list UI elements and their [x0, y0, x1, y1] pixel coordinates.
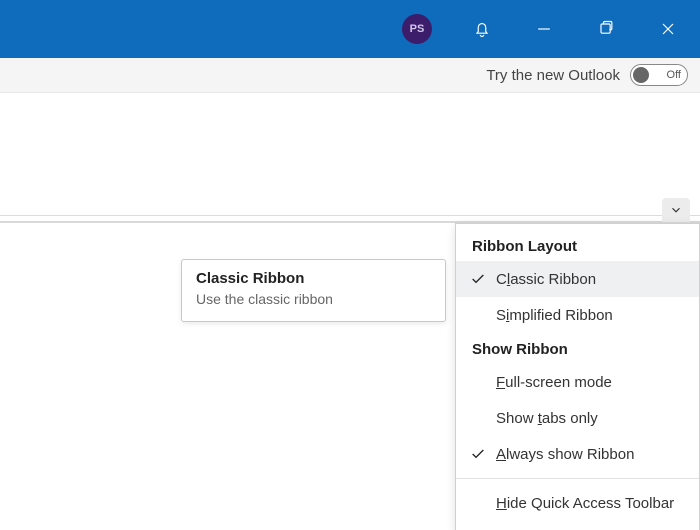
maximize-button[interactable] — [584, 7, 628, 51]
menu-heading-layout: Ribbon Layout — [456, 230, 699, 261]
ribbon-options-menu: Ribbon Layout Classic Ribbon Simplified … — [455, 223, 700, 530]
menu-item-label: Simplified Ribbon — [496, 307, 613, 324]
ribbon-divider — [0, 215, 700, 216]
close-button[interactable] — [646, 7, 690, 51]
menu-item-classic-ribbon[interactable]: Classic Ribbon — [456, 261, 699, 297]
avatar[interactable]: PS — [402, 14, 432, 44]
menu-item-always-show[interactable]: Always show Ribbon — [456, 436, 699, 472]
ribbon-options-button[interactable] — [662, 198, 690, 222]
menu-item-label: Classic Ribbon — [496, 271, 596, 288]
tooltip-desc: Use the classic ribbon — [196, 291, 431, 307]
menu-item-simplified-ribbon[interactable]: Simplified Ribbon — [456, 297, 699, 333]
tooltip: Classic Ribbon Use the classic ribbon — [181, 259, 446, 322]
menu-item-label: Always show Ribbon — [496, 446, 634, 463]
try-outlook-toggle[interactable]: Off — [630, 64, 688, 86]
tooltip-title: Classic Ribbon — [196, 270, 431, 287]
menu-item-hide-qat[interactable]: Hide Quick Access Toolbar — [456, 485, 699, 521]
content-area: Classic Ribbon Use the classic ribbon Ri… — [0, 223, 700, 530]
try-outlook-label: Try the new Outlook — [486, 67, 620, 84]
menu-heading-show: Show Ribbon — [456, 333, 699, 364]
minimize-button[interactable] — [522, 7, 566, 51]
menu-divider — [456, 478, 699, 479]
menu-item-fullscreen[interactable]: Full-screen mode — [456, 364, 699, 400]
title-bar: PS — [0, 0, 700, 58]
check-icon — [470, 271, 486, 287]
try-outlook-strip: Try the new Outlook Off — [0, 58, 700, 93]
toggle-state-label: Off — [667, 69, 681, 81]
menu-item-label: Hide Quick Access Toolbar — [496, 495, 674, 512]
notification-bell-icon[interactable] — [460, 7, 504, 51]
ribbon-area — [0, 93, 700, 223]
toggle-knob — [633, 67, 649, 83]
chevron-down-icon — [669, 203, 683, 217]
check-icon — [470, 446, 486, 462]
menu-item-tabs-only[interactable]: Show tabs only — [456, 400, 699, 436]
menu-item-label: Show tabs only — [496, 410, 598, 427]
menu-item-label: Full-screen mode — [496, 374, 612, 391]
